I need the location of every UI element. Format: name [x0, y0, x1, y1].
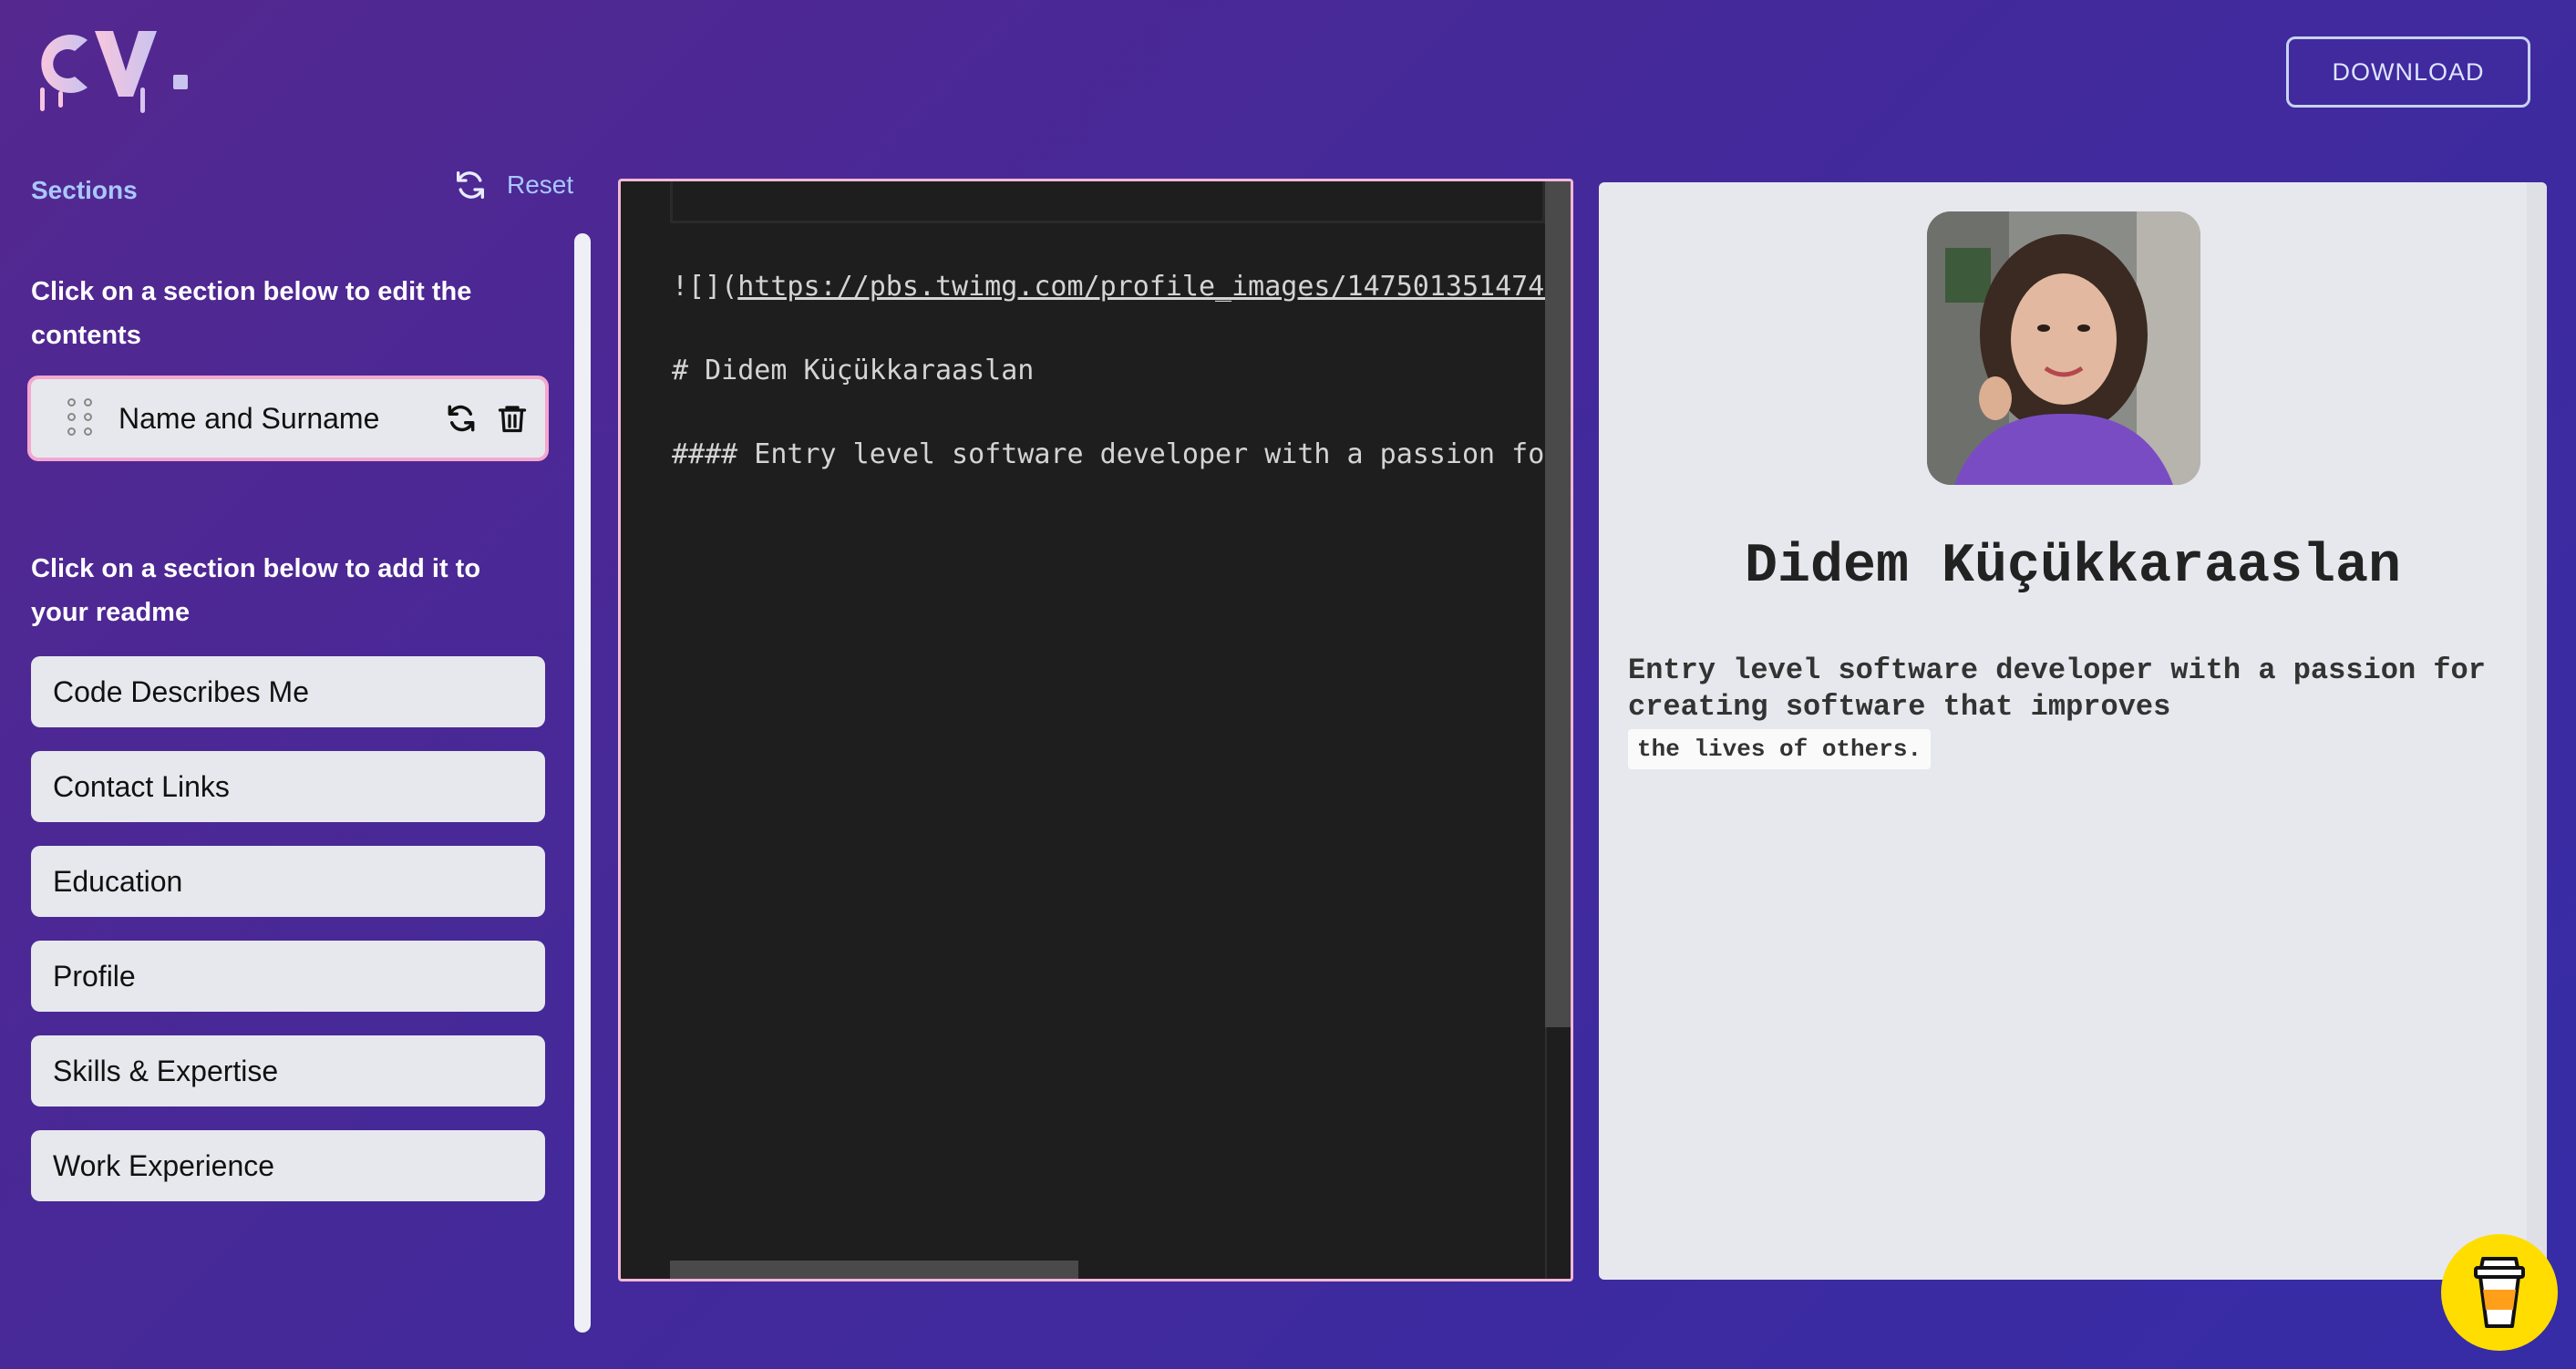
cv-logo[interactable]: [16, 24, 199, 124]
add-hint: Click on a section below to add it to yo…: [31, 554, 481, 627]
section-item-code-describes-me[interactable]: Code Describes Me: [31, 656, 545, 727]
reset-button[interactable]: Reset: [452, 167, 573, 203]
image-url[interactable]: https://pbs.twimg.com/profile_images/147…: [737, 271, 1571, 303]
profile-photo: [1927, 211, 2200, 485]
edit-hint: Click on a section below to edit the con…: [31, 277, 472, 350]
editor-line-image[interactable]: ![](https://pbs.twimg.com/profile_images…: [672, 271, 1571, 303]
preview-scrollbar[interactable]: [2527, 182, 2547, 1280]
download-button[interactable]: DOWNLOAD: [2286, 36, 2530, 108]
section-item-contact-links[interactable]: Contact Links: [31, 751, 545, 822]
section-item-education[interactable]: Education: [31, 846, 545, 917]
sections-heading: Sections: [31, 176, 138, 204]
section-item-work-experience[interactable]: Work Experience: [31, 1130, 545, 1201]
refresh-icon: [448, 405, 475, 432]
cv-tagline-code: the lives of others.: [1628, 729, 1932, 769]
readme-preview: Didem Küçükkaraaslan Entry level softwar…: [1599, 182, 2547, 1280]
image-syntax: ![](: [672, 271, 738, 303]
editor-horizontal-scrollbar[interactable]: [670, 1261, 1078, 1279]
cv-tagline-text: Entry level software developer with a pa…: [1628, 654, 2486, 724]
sidebar-scrollbar[interactable]: [574, 233, 591, 1333]
trash-icon: [498, 406, 527, 433]
coffee-cup-icon: [2474, 1257, 2525, 1328]
delete-section-button[interactable]: [494, 400, 531, 437]
cv-tagline: Entry level software developer with a pa…: [1628, 653, 2503, 769]
profile-photo-image: [1927, 211, 2200, 485]
section-item-profile[interactable]: Profile: [31, 941, 545, 1012]
available-sections-list: Code Describes Me Contact Links Educatio…: [31, 656, 545, 1225]
reset-label: Reset: [507, 170, 574, 199]
cv-logo-graphic: [40, 31, 188, 113]
buy-me-a-coffee-button[interactable]: [2441, 1234, 2558, 1351]
active-section-name-and-surname[interactable]: Name and Surname: [27, 376, 549, 461]
active-section-label: Name and Surname: [118, 401, 380, 435]
editor-line-highlight: [670, 181, 1545, 223]
editor-line-heading[interactable]: # Didem Küçükkaraaslan: [672, 355, 1034, 386]
refresh-icon: [457, 171, 484, 199]
editor-line-subheading[interactable]: #### Entry level software developer with…: [672, 438, 1571, 470]
reset-section-button[interactable]: [443, 400, 479, 437]
markdown-editor[interactable]: ![](https://pbs.twimg.com/profile_images…: [618, 179, 1573, 1282]
section-item-skills-expertise[interactable]: Skills & Expertise: [31, 1035, 545, 1107]
cv-name-heading: Didem Küçükkaraaslan: [1744, 536, 2402, 598]
editor-vertical-scrollbar[interactable]: [1545, 181, 1571, 1027]
drag-handle-icon[interactable]: [67, 398, 95, 438]
